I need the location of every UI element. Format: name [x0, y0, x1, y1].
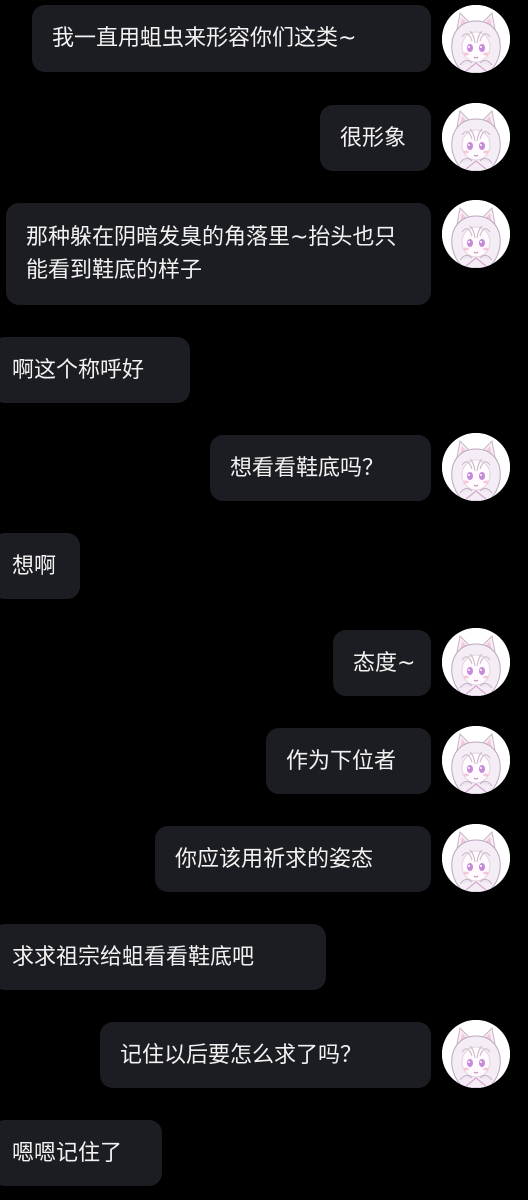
anime-avatar-icon[interactable]: [442, 1020, 510, 1088]
cat-ear-girl-icon: [442, 726, 510, 794]
message-bubble-received[interactable]: 求求祖宗给蛆看看鞋底吧: [0, 924, 326, 990]
message-bubble-sent[interactable]: 记住以后要怎么求了吗？: [100, 1022, 431, 1088]
message-bubble-sent[interactable]: 我一直用蛆虫来形容你们这类~: [32, 5, 431, 72]
message-text: 想啊: [12, 553, 57, 579]
message-text: 想看看鞋底吗？: [230, 455, 385, 481]
message-text: 你应该用祈求的姿态: [175, 846, 374, 872]
cat-ear-girl-icon: [442, 103, 510, 171]
message-bubble-sent[interactable]: 态度~: [333, 630, 431, 696]
anime-avatar-icon[interactable]: [442, 433, 510, 501]
cat-ear-girl-icon: [442, 200, 510, 268]
message-bubble-received[interactable]: 啊这个称呼好: [0, 337, 190, 403]
cat-ear-girl-icon: [442, 433, 510, 501]
message-bubble-sent[interactable]: 作为下位者: [266, 728, 431, 794]
chat-thread: 我一直用蛆虫来形容你们这类~ 很形象 那种躲在阴暗发臭的角落里~抬头也只能看到鞋…: [0, 0, 528, 1200]
message-text: 那种躲在阴暗发臭的角落里~抬头也只能看到鞋底的样子: [26, 225, 397, 283]
message-text: 记住以后要怎么求了吗？: [120, 1042, 363, 1068]
anime-avatar-icon[interactable]: [442, 5, 510, 73]
cat-ear-girl-icon: [442, 824, 510, 892]
anime-avatar-icon[interactable]: [442, 200, 510, 268]
message-text: 我一直用蛆虫来形容你们这类~: [52, 26, 357, 51]
message-text: 啊这个称呼好: [12, 357, 145, 383]
message-text: 求求祖宗给蛆看看鞋底吧: [12, 944, 255, 970]
message-bubble-received[interactable]: 嗯嗯记住了: [0, 1120, 162, 1186]
cat-ear-girl-icon: [442, 628, 510, 696]
message-bubble-received[interactable]: 想啊: [0, 533, 80, 599]
anime-avatar-icon[interactable]: [442, 628, 510, 696]
message-bubble-sent[interactable]: 很形象: [320, 105, 431, 171]
message-text: 作为下位者: [286, 748, 397, 774]
anime-avatar-icon[interactable]: [442, 726, 510, 794]
anime-avatar-icon[interactable]: [442, 824, 510, 892]
message-text: 态度~: [353, 650, 416, 676]
cat-ear-girl-icon: [442, 5, 510, 73]
message-text: 嗯嗯记住了: [12, 1140, 123, 1166]
cat-ear-girl-icon: [442, 1020, 510, 1088]
message-bubble-sent[interactable]: 那种躲在阴暗发臭的角落里~抬头也只能看到鞋底的样子: [6, 203, 431, 305]
anime-avatar-icon[interactable]: [442, 103, 510, 171]
message-bubble-sent[interactable]: 想看看鞋底吗？: [210, 435, 431, 501]
message-bubble-sent[interactable]: 你应该用祈求的姿态: [155, 826, 431, 892]
message-text: 很形象: [340, 125, 407, 151]
